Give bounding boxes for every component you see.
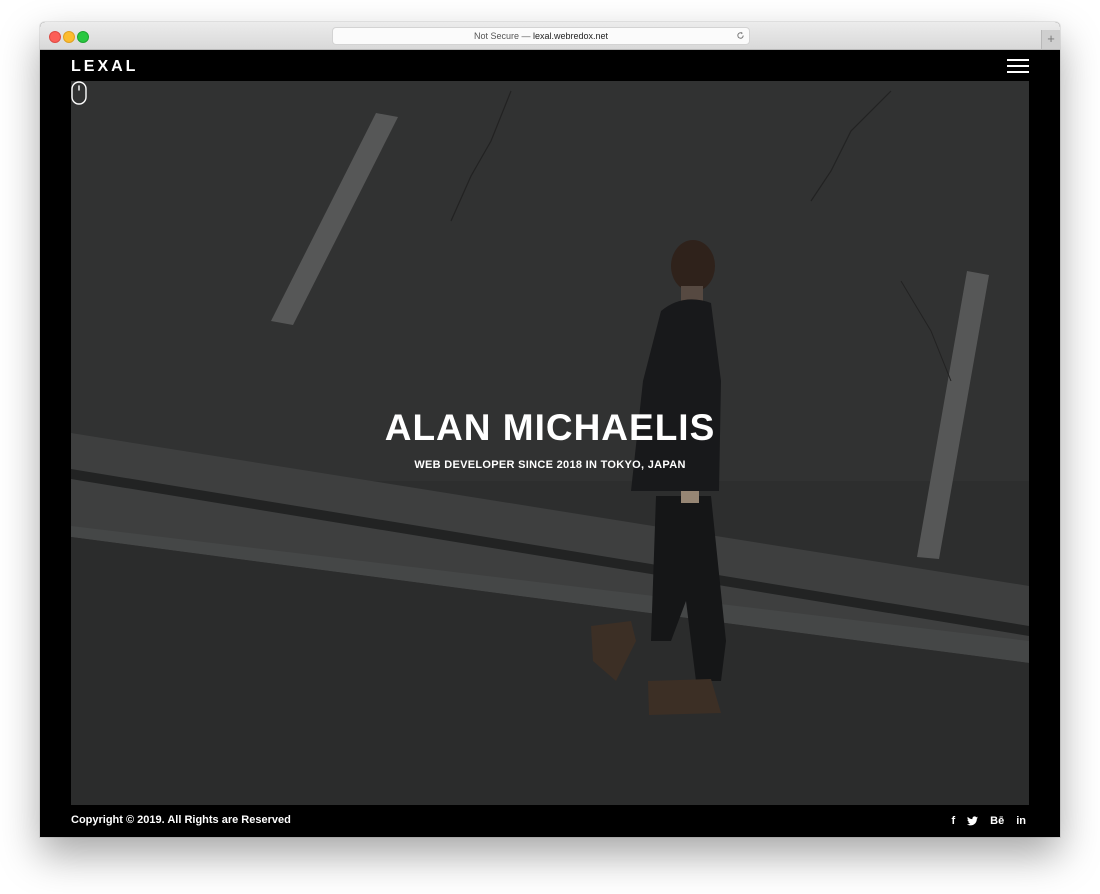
behance-icon[interactable]: Bē	[990, 814, 1004, 828]
address-host: lexal.webredox.net	[532, 31, 609, 41]
new-tab-button[interactable]: +	[1041, 30, 1060, 49]
social-links: f Bē in	[951, 814, 1026, 828]
close-window-button[interactable]	[49, 31, 61, 43]
hero-section: ALAN MICHAELIS WEB DEVELOPER SINCE 2018 …	[71, 81, 1029, 805]
reload-icon[interactable]	[736, 31, 745, 40]
linkedin-icon[interactable]: in	[1016, 814, 1026, 828]
maximize-window-button[interactable]	[77, 31, 89, 43]
browser-titlebar: Not Secure — lexal.webredox.net +	[40, 22, 1060, 50]
site-header: LEXAL	[40, 50, 1060, 81]
site-footer: Copyright © 2019. All Rights are Reserve…	[40, 805, 1060, 837]
hero-title: ALAN MICHAELIS	[384, 407, 716, 448]
hero-subtitle: WEB DEVELOPER SINCE 2018 IN TOKYO, JAPAN	[414, 459, 686, 471]
browser-window: Not Secure — lexal.webredox.net + LEXAL	[40, 22, 1060, 837]
hamburger-menu-icon[interactable]	[1007, 59, 1029, 73]
copyright-text: Copyright © 2019. All Rights are Reserve…	[71, 814, 291, 826]
address-security-label: Not Secure —	[473, 31, 533, 41]
site-logo[interactable]: LEXAL	[71, 58, 138, 76]
page: LEXAL ALAN MICHAELIS WEB DEVELOPER SINCE…	[40, 50, 1060, 837]
minimize-window-button[interactable]	[63, 31, 75, 43]
hero-text-block: ALAN MICHAELIS WEB DEVELOPER SINCE 2018 …	[71, 407, 1029, 471]
address-bar[interactable]: Not Secure — lexal.webredox.net	[332, 27, 750, 45]
scroll-down-mouse-icon[interactable]	[71, 81, 87, 105]
facebook-icon[interactable]: f	[951, 814, 955, 828]
twitter-icon[interactable]	[967, 816, 979, 826]
